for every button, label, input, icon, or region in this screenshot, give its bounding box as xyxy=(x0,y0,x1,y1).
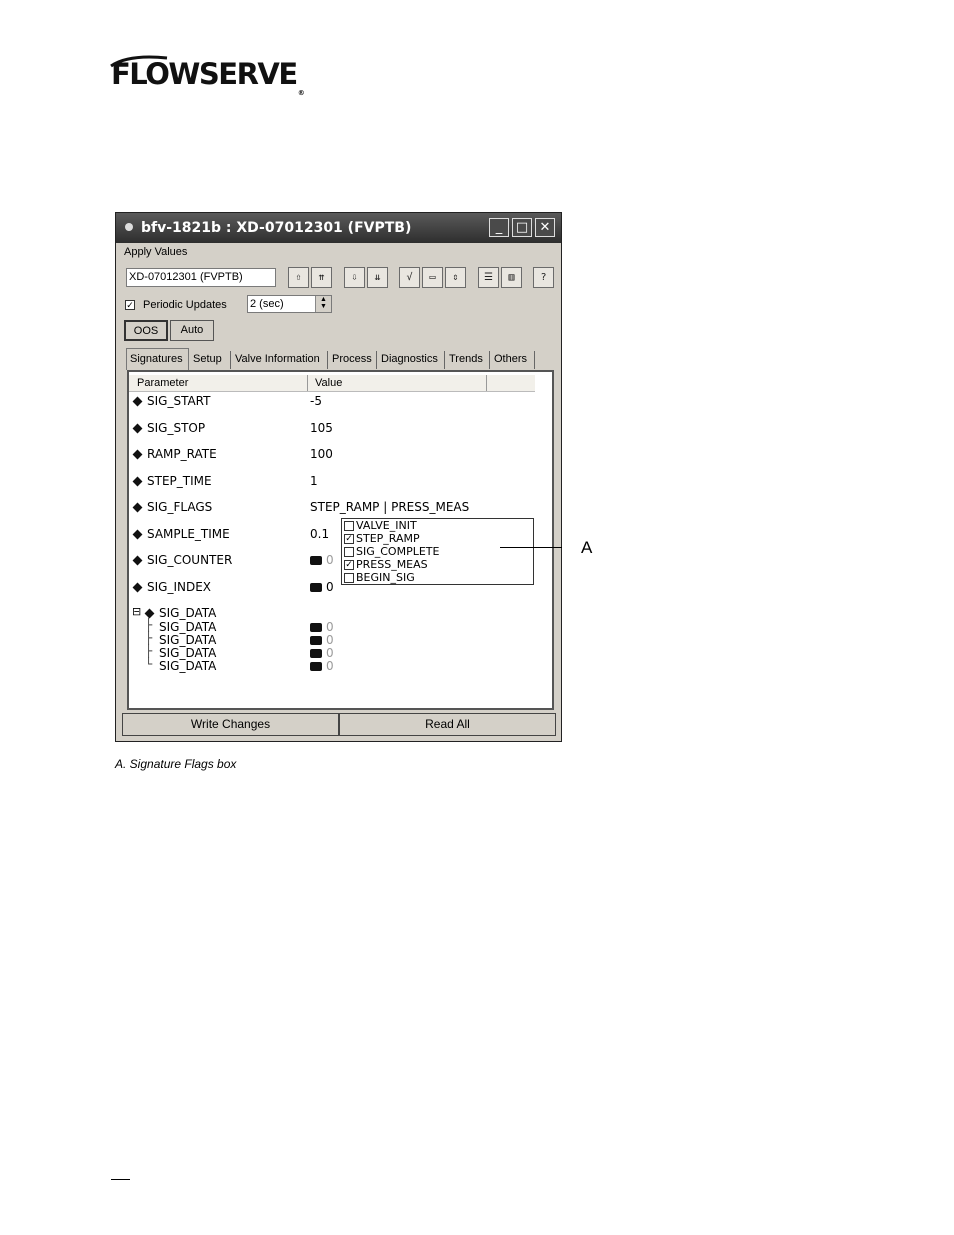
tab-diagnostics[interactable]: Diagnostics xyxy=(378,351,445,369)
callout-line xyxy=(500,547,562,548)
close-button[interactable]: ✕ xyxy=(535,218,555,237)
check-icon[interactable]: √ xyxy=(399,267,420,288)
column-parameter[interactable]: Parameter xyxy=(137,377,188,389)
tree-branch-icon: ├ xyxy=(145,618,153,632)
maximize-button[interactable]: □ xyxy=(512,218,532,237)
tree-branch-icon: ├ xyxy=(145,631,153,645)
readonly-icon xyxy=(310,623,322,632)
compare-icon[interactable]: ⇕ xyxy=(445,267,466,288)
tree-branch-icon: └ xyxy=(145,657,153,671)
tab-signatures[interactable]: Signatures xyxy=(126,348,189,370)
parameter-bullet-icon xyxy=(132,449,143,460)
readonly-icon xyxy=(310,636,322,645)
parameter-bullet-icon xyxy=(132,529,143,540)
menu-bar: Apply Values xyxy=(116,243,561,263)
readonly-icon xyxy=(310,649,322,658)
tab-trends[interactable]: Trends xyxy=(446,351,490,369)
parameter-bullet-icon xyxy=(132,423,143,434)
flag-checkbox[interactable]: ✓ xyxy=(344,534,354,544)
column-value[interactable]: Value xyxy=(315,377,342,389)
window-title: bfv-1821b : XD-07012301 (FVPTB) xyxy=(141,220,412,236)
readonly-icon xyxy=(310,583,322,592)
title-bar[interactable]: bfv-1821b : XD-07012301 (FVPTB) _ □ ✕ xyxy=(116,213,561,243)
help-icon[interactable]: ? xyxy=(533,267,554,288)
grid-header: Parameter Value xyxy=(129,375,535,392)
collapse-icon[interactable]: ⊟ xyxy=(132,605,141,618)
parameter-bullet-icon xyxy=(144,608,155,619)
write-changes-button[interactable]: Write Changes xyxy=(122,713,339,736)
footer-rule xyxy=(111,1179,130,1180)
figure-caption: A. Signature Flags box xyxy=(115,757,237,771)
tree-branch-icon: ├ xyxy=(145,644,153,658)
list-view-icon[interactable]: ☰ xyxy=(478,267,499,288)
grid-view-icon[interactable]: ▥ xyxy=(501,267,522,288)
auto-button[interactable]: Auto xyxy=(170,320,214,341)
app-icon xyxy=(125,223,133,231)
folder-icon[interactable]: ▭ xyxy=(422,267,443,288)
tab-setup[interactable]: Setup xyxy=(190,351,231,369)
block-select[interactable]: XD-07012301 (FVPTB) xyxy=(126,268,276,287)
upload-icon[interactable]: ⇧ xyxy=(288,267,309,288)
download-icon[interactable]: ⇩ xyxy=(344,267,365,288)
interval-value: 2 (sec) xyxy=(250,298,284,310)
flowserve-logo: FLOWSERVE® xyxy=(111,57,305,97)
periodic-updates-label: Periodic Updates xyxy=(143,299,227,311)
upload-all-icon[interactable]: ⇈ xyxy=(311,267,332,288)
menu-apply-values[interactable]: Apply Values xyxy=(124,246,187,258)
interval-spinner[interactable]: 2 (sec) ▲ ▼ xyxy=(247,295,332,313)
spinner-arrows-icon[interactable]: ▲ ▼ xyxy=(315,296,331,312)
flag-checkbox[interactable] xyxy=(344,547,354,557)
parameter-grid: Parameter Value SIG_START -5 SIG_STOP 10… xyxy=(127,370,554,710)
tab-others[interactable]: Others xyxy=(491,351,535,369)
flag-begin-sig[interactable]: BEGIN_SIG xyxy=(344,572,415,585)
toolbar: XD-07012301 (FVPTB) ⇧ ⇈ ⇩ ⇊ √ ▭ ⇕ ☰ ▥ ? xyxy=(116,266,561,292)
minimize-button[interactable]: _ xyxy=(489,218,509,237)
parameter-bullet-icon xyxy=(132,555,143,566)
oos-button[interactable]: OOS xyxy=(124,320,168,341)
signature-flags-box: VALVE_INIT ✓ STEP_RAMP SIG_COMPLETE ✓ PRES… xyxy=(341,518,534,585)
flag-checkbox[interactable] xyxy=(344,573,354,583)
parameter-bullet-icon xyxy=(132,502,143,513)
tab-valve-information[interactable]: Valve Information xyxy=(232,351,328,369)
tab-process[interactable]: Process xyxy=(329,351,377,369)
flag-checkbox[interactable]: ✓ xyxy=(344,560,354,570)
flag-checkbox[interactable] xyxy=(344,521,354,531)
callout-label: A xyxy=(581,538,593,557)
application-window: bfv-1821b : XD-07012301 (FVPTB) _ □ ✕ Ap… xyxy=(115,212,562,742)
readonly-icon xyxy=(310,556,322,565)
readonly-icon xyxy=(310,662,322,671)
parameter-bullet-icon xyxy=(132,396,143,407)
periodic-updates-checkbox[interactable]: ✓ xyxy=(125,300,135,310)
parameter-bullet-icon xyxy=(132,476,143,487)
read-all-button[interactable]: Read All xyxy=(339,713,556,736)
parameter-bullet-icon xyxy=(132,582,143,593)
download-all-icon[interactable]: ⇊ xyxy=(367,267,388,288)
